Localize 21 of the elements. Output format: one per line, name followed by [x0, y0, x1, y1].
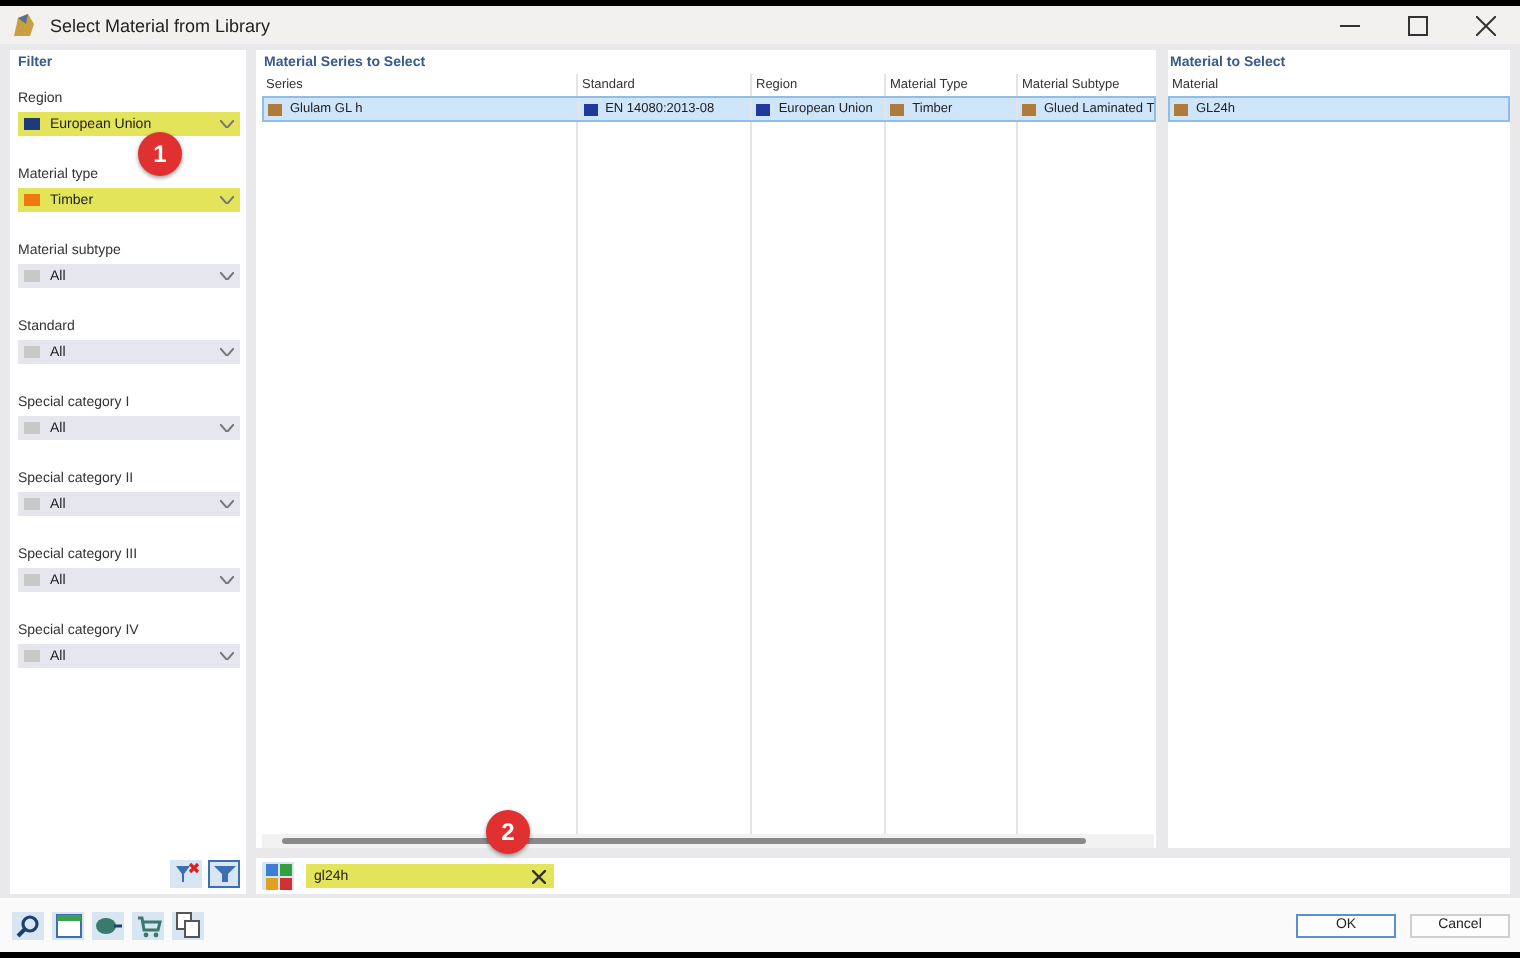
- caret-icon: [220, 424, 234, 432]
- window-title: Select Material from Library: [50, 15, 271, 35]
- close-icon[interactable]: [1476, 15, 1496, 35]
- caret-icon: [220, 348, 234, 356]
- app-icon: [10, 11, 38, 39]
- caret-icon: [220, 576, 234, 584]
- search-icon[interactable]: [12, 911, 44, 939]
- caret-icon: [220, 196, 234, 204]
- caret-icon: [220, 652, 234, 660]
- copy-icon[interactable]: [172, 911, 204, 939]
- caret-icon: [220, 272, 234, 280]
- clear-filter-button[interactable]: [170, 860, 202, 888]
- clear-icon[interactable]: [532, 869, 546, 883]
- filter-button[interactable]: [208, 860, 240, 888]
- caret-icon: [220, 500, 234, 508]
- maximize-icon[interactable]: [1408, 15, 1428, 35]
- export-icon[interactable]: [92, 911, 124, 939]
- caret-icon: [220, 120, 234, 128]
- cart-icon[interactable]: [132, 911, 164, 939]
- color-swatches-button[interactable]: [262, 862, 294, 890]
- table-icon[interactable]: [52, 911, 84, 939]
